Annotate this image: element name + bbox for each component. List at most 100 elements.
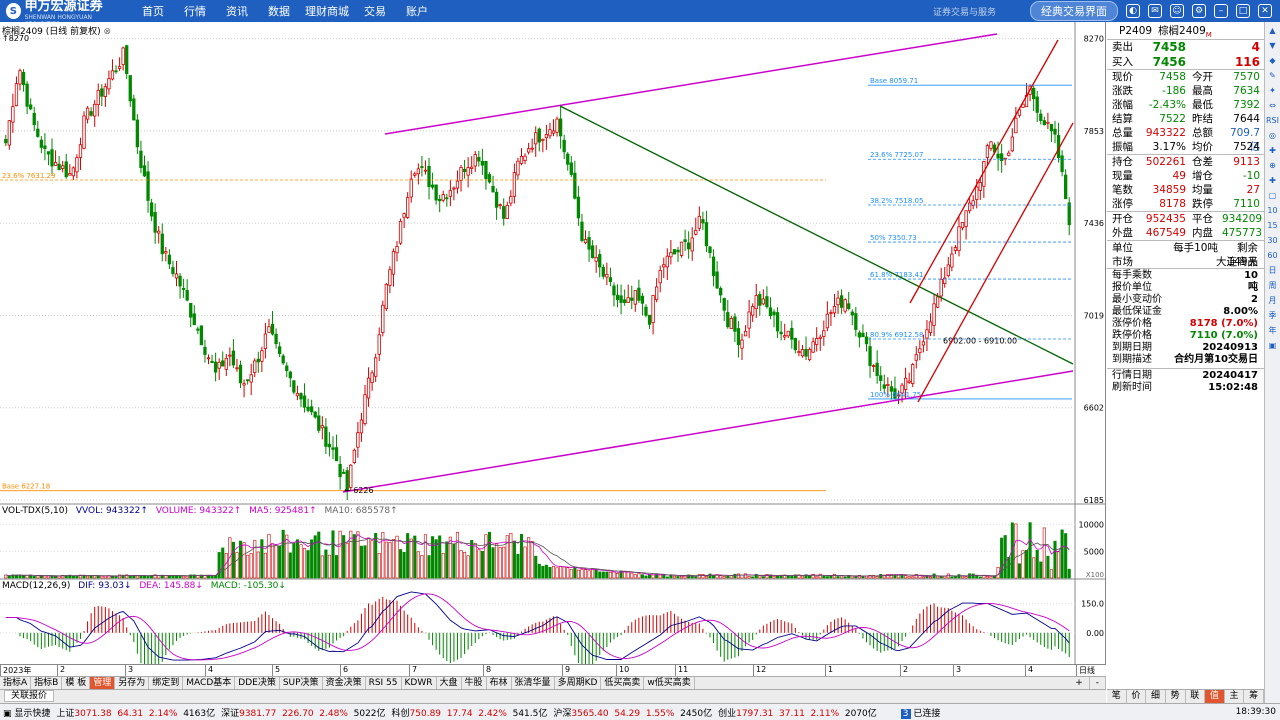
side-tool-button[interactable]: 15 [1267,219,1277,232]
index-quote[interactable]: 上证3071.38 64.31 2.14% 4163亿 [56,706,215,719]
user-icon[interactable]: ☺ [1170,4,1184,18]
side-tool-button[interactable]: ✚ [1269,144,1276,157]
candle-body [662,264,666,268]
quote-value: 7392 [1233,99,1260,111]
side-tool-button[interactable]: 10 [1267,204,1277,217]
indicator-tab[interactable]: 大盘 [437,677,462,689]
indicator-tab[interactable]: 指标A [0,677,32,689]
index-quote[interactable]: 深证9381.77 226.70 2.48% 5022亿 [221,706,385,719]
indicator-tab[interactable]: 另存为 [115,677,150,689]
indicator-tab[interactable]: SUP决策 [280,677,323,689]
side-tool-button[interactable]: ▼ [1269,39,1275,52]
candle-body [370,372,374,383]
side-tool-button[interactable]: ✎ [1269,69,1276,82]
side-tool-button[interactable]: ▣ [1269,339,1277,352]
panel-tab[interactable]: 值 [1205,690,1225,703]
side-tool-button[interactable]: 60 [1267,249,1277,262]
message-icon[interactable]: ✉ [1148,4,1162,18]
side-tool-button[interactable]: ◆ [1269,54,1275,67]
buy-price[interactable]: 7456 [1140,55,1186,69]
minimize-icon[interactable]: – [1214,4,1228,18]
theme-icon[interactable]: ◐ [1126,4,1140,18]
panel-tab[interactable]: 筹 [1244,690,1264,703]
volume-bar [832,573,837,579]
index-quote[interactable]: 科创750.89 17.74 2.42% 541.5亿 [392,706,548,719]
candle-body [89,111,93,116]
connection-status[interactable]: 3 已连接 [900,706,940,719]
volume-bar [612,571,616,579]
side-tool-button[interactable]: RSI [1266,114,1279,127]
candle-body [918,348,922,353]
indicator-tab[interactable]: DDE决策 [235,677,280,689]
volume-bar [274,545,278,579]
settings-icon[interactable]: ⚙ [1192,4,1206,18]
candle-body [185,290,189,301]
kline-chart-svg[interactable]: 8270 7853 7436 7019 6602 6185 Base 8059.71 23.6… [0,22,1106,664]
side-tool-button[interactable]: 月 [1269,294,1277,307]
classic-trade-button[interactable]: 经典交易界面 [1030,1,1118,21]
indicator-tab[interactable]: 绑定到 [149,677,184,689]
candle-body [758,294,762,306]
chart-area[interactable]: 8270 7853 7436 7019 6602 6185 Base 8059.71 23.6… [0,22,1106,664]
side-tool-button[interactable]: ✦ [1269,84,1276,97]
indicator-tab[interactable]: 指标B [31,677,63,689]
market-value: 大连商品 [1216,256,1258,268]
index-quote[interactable]: 创业1797.31 37.11 2.11% 2070亿 [718,706,877,719]
indicator-tab[interactable]: 牛股 [462,677,487,689]
close-chart-icon[interactable]: ⊗ [104,27,112,37]
panel-tab[interactable]: 势 [1166,690,1186,703]
menu-news[interactable]: 资讯 [216,3,258,19]
side-tool-button[interactable]: ◎ [1269,129,1276,142]
indicator-tab[interactable]: 管理 [90,677,116,689]
related-quote-tab[interactable]: 关联报价 [4,690,55,702]
zoom-in-button[interactable]: + [1069,677,1090,689]
candle-body [334,447,339,462]
sell-price[interactable]: 7458 [1140,40,1186,55]
side-tool-button[interactable]: 年 [1269,324,1277,337]
indicator-tab[interactable]: w低买高卖 [644,677,695,689]
candle-body [57,163,61,170]
indicator-tab[interactable]: 低买高卖 [601,677,645,689]
side-tool-button[interactable]: 季 [1269,309,1277,322]
menu-home[interactable]: 首页 [132,3,174,19]
maximize-icon[interactable]: □ [1236,4,1250,18]
candle-body [32,112,36,126]
indicator-tab[interactable]: 多周期KD [555,677,602,689]
panel-tab[interactable]: 联 [1186,690,1206,703]
index-quote[interactable]: 沪深3565.40 54.29 1.55% 2450亿 [553,706,712,719]
indicator-tab[interactable]: 资金决策 [323,677,366,689]
side-tool-button[interactable]: ▲ [1269,24,1275,37]
menu-wealth-mall[interactable]: 理财商城 [300,3,354,19]
indicator-tab[interactable]: 模 板 [62,677,91,689]
side-tool-button[interactable]: ▢ [1269,189,1277,202]
quick-toggle[interactable]: ▣ 显示快捷 [0,706,50,719]
panel-tab[interactable]: 主 [1225,690,1245,703]
indicator-tab[interactable]: RSI 55 [366,677,402,689]
side-tool-button[interactable]: 30 [1267,234,1277,247]
close-icon[interactable]: ✕ [1258,4,1272,18]
menu-trade[interactable]: 交易 [354,3,396,19]
side-tool-button[interactable]: 日 [1269,264,1277,277]
indicator-tab[interactable]: 布林 [487,677,512,689]
menu-data[interactable]: 数据 [258,3,300,19]
indicator-tab[interactable]: MACD基本 [183,677,236,689]
panel-tab[interactable]: 笔 [1107,690,1127,703]
panel-tab[interactable]: 价 [1127,690,1147,703]
side-tool-button[interactable]: ⇔ [1269,99,1276,112]
side-tool-button[interactable]: ✚ [1269,174,1276,187]
candle-body [391,251,396,275]
panel-tab[interactable]: 细 [1146,690,1166,703]
zoom-out-button[interactable]: - [1090,677,1106,689]
side-tool-button[interactable]: ⊕ [1269,159,1276,172]
candle-body [441,194,445,201]
macd-name[interactable]: MACD(12,26,9) [2,581,70,591]
vol-name[interactable]: VOL-TDX(5,10) [2,506,68,516]
spec-label: 最小变动价 [1112,294,1162,305]
candle-body [790,327,794,340]
menu-account[interactable]: 账户 [396,3,438,19]
indicator-tab[interactable]: KDWR [402,677,437,689]
candle-body [149,202,154,217]
side-tool-button[interactable]: 周 [1269,279,1277,292]
indicator-tab[interactable]: 张清华量 [512,677,555,689]
menu-quotes[interactable]: 行情 [174,3,216,19]
